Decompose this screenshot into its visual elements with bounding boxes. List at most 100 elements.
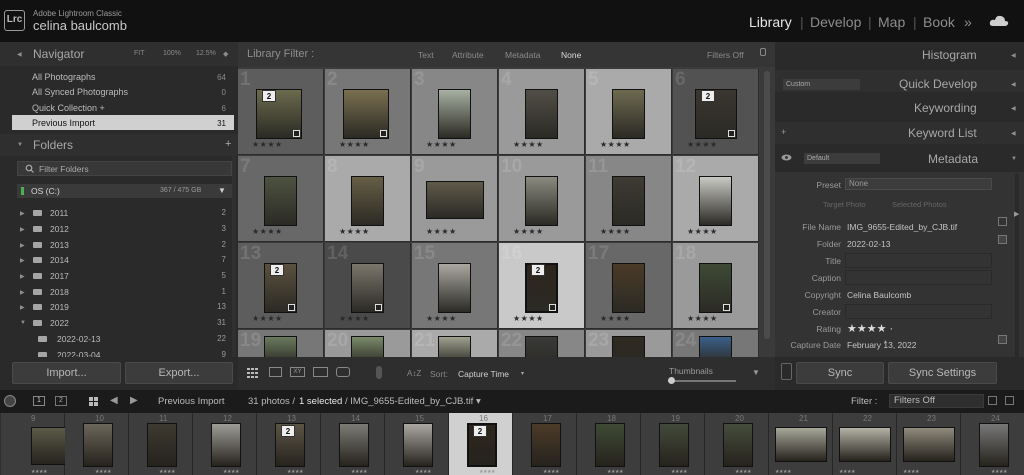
zoom-fit[interactable]: FIT xyxy=(134,50,145,57)
star-rating[interactable]: ★★★★ xyxy=(687,227,718,236)
metadata-field-input[interactable] xyxy=(845,304,992,319)
keywording-title[interactable]: Keywording xyxy=(914,101,977,115)
rename-icon[interactable] xyxy=(998,217,1007,226)
quick-develop-preset-select[interactable]: Custom xyxy=(783,79,860,90)
grid-cell[interactable]: 15 ★★★★ xyxy=(412,243,498,329)
star-rating[interactable]: ★★★★ xyxy=(513,227,544,236)
filter-tab-attribute[interactable]: Attribute xyxy=(452,50,484,60)
module-map[interactable]: Map xyxy=(878,14,905,30)
sort-value[interactable]: Capture Time xyxy=(458,369,509,379)
filmstrip-thumbnail[interactable] xyxy=(339,423,369,467)
filter-status[interactable]: Filters Off xyxy=(707,50,744,60)
filmstrip-thumbnail[interactable] xyxy=(147,423,177,467)
filmstrip-thumbnail[interactable] xyxy=(403,423,433,467)
photo-thumbnail[interactable] xyxy=(525,336,558,357)
volume-menu-icon[interactable]: ▼ xyxy=(218,186,226,195)
keyword-list-header[interactable] xyxy=(775,122,1024,144)
expand-triangle-icon[interactable]: ▶ xyxy=(20,242,25,249)
slider-handle[interactable] xyxy=(668,377,675,384)
eye-icon[interactable] xyxy=(781,154,792,161)
edit-capture-time-icon[interactable] xyxy=(998,335,1007,344)
star-rating[interactable]: ★★★★ xyxy=(339,314,370,323)
grid-cell[interactable]: 22 xyxy=(499,330,585,357)
module-develop[interactable]: Develop xyxy=(810,14,861,30)
filmstrip-cell[interactable]: 10 ★★★★ xyxy=(65,413,129,475)
filmstrip-thumbnail[interactable] xyxy=(903,427,955,462)
zoom-menu-icon[interactable]: ◆ xyxy=(223,50,228,58)
grid-cell[interactable]: 8 ★★★★ xyxy=(325,156,411,242)
filmstrip-cell[interactable]: 13 2 ★★★★ xyxy=(257,413,321,475)
grid-cell[interactable]: 13 ★★★★ 2 xyxy=(238,243,324,329)
star-rating[interactable]: ★★★★ xyxy=(252,140,283,149)
star-rating[interactable]: ★★★★ xyxy=(426,140,457,149)
grid-cell[interactable]: 4 ★★★★ xyxy=(499,69,585,155)
histogram-title[interactable]: Histogram xyxy=(922,48,977,62)
star-rating[interactable]: ★★★★ xyxy=(252,314,283,323)
main-window-button[interactable]: 1 xyxy=(33,396,45,406)
identity-plate[interactable]: celina baulcomb xyxy=(33,18,127,33)
grid-view-icon[interactable] xyxy=(247,368,259,378)
grid-cell[interactable]: 9 ★★★★ xyxy=(412,156,498,242)
filmstrip-cell[interactable]: 22 ★★★★ xyxy=(833,413,897,475)
import-button[interactable]: Import... xyxy=(12,362,121,384)
expand-triangle-icon[interactable]: ▶ xyxy=(20,273,25,280)
filmstrip-cell[interactable]: 24 ★★★★ xyxy=(961,413,1024,475)
grid-cell[interactable]: 17 ★★★★ xyxy=(586,243,672,329)
photo-thumbnail[interactable] xyxy=(264,176,297,226)
star-rating[interactable]: ★★★★ xyxy=(600,227,631,236)
photo-thumbnail[interactable] xyxy=(438,263,471,313)
expand-triangle-icon[interactable]: ▶ xyxy=(20,257,25,264)
filmstrip-thumbnail[interactable] xyxy=(723,423,753,467)
photo-thumbnail[interactable] xyxy=(426,181,484,219)
filmstrip-cell[interactable]: 18 ★★★★ xyxy=(577,413,641,475)
star-rating[interactable]: ★★★★ xyxy=(513,140,544,149)
cloud-icon[interactable] xyxy=(989,15,1009,27)
expand-triangle-icon[interactable]: ▶ xyxy=(20,210,25,217)
back-arrow-icon[interactable]: ◀ xyxy=(110,395,118,406)
photo-thumbnail[interactable] xyxy=(612,336,645,357)
filmstrip-cell[interactable]: 20 ★★★★ xyxy=(705,413,769,475)
left-scrollbar[interactable] xyxy=(232,138,236,388)
sort-dropdown-icon[interactable]: ▾ xyxy=(521,370,524,377)
preset-select[interactable]: None xyxy=(845,178,992,190)
star-rating[interactable]: ★★★★ xyxy=(252,227,283,236)
expand-triangle-icon[interactable]: ▶ xyxy=(20,289,25,296)
sync-button[interactable]: Sync xyxy=(796,362,884,384)
sync-settings-button[interactable]: Sync Settings xyxy=(888,362,997,384)
catalog-item-label[interactable]: Quick Collection + xyxy=(32,103,105,113)
loupe-view-icon[interactable] xyxy=(269,367,282,377)
grid-cell[interactable]: 16 ★★★★ 2 xyxy=(499,243,585,329)
grid-cell[interactable]: 21 xyxy=(412,330,498,357)
star-rating[interactable]: ★★★★ xyxy=(600,314,631,323)
metadata-field-value[interactable]: Celina Baulcomb xyxy=(847,290,911,300)
photo-thumbnail[interactable] xyxy=(264,336,297,357)
stack-badge[interactable]: 2 xyxy=(270,264,284,276)
star-rating[interactable]: ★★★★ xyxy=(600,140,631,149)
expand-triangle-icon[interactable]: ▼ xyxy=(1011,156,1017,162)
catalog-item-label[interactable]: All Photographs xyxy=(32,72,96,82)
secondary-window-button[interactable]: 2 xyxy=(55,396,67,406)
photo-thumbnail[interactable] xyxy=(525,89,558,139)
auto-sync-switch[interactable] xyxy=(781,363,792,380)
filmstrip-thumbnail[interactable] xyxy=(659,423,689,467)
filmstrip-thumbnail[interactable] xyxy=(775,427,827,462)
filmstrip-cell[interactable]: 12 ★★★★ xyxy=(193,413,257,475)
zoom-100[interactable]: 100% xyxy=(163,50,181,57)
filter-tab-text[interactable]: Text xyxy=(418,50,434,60)
collapse-triangle-icon[interactable]: ◀ xyxy=(1011,81,1016,88)
metadata-field-value[interactable]: IMG_9655-Edited_by_CJB.tif xyxy=(847,222,957,232)
expand-triangle-icon[interactable]: ▼ xyxy=(20,320,26,326)
grid-cell[interactable]: 14 ★★★★ xyxy=(325,243,411,329)
filmstrip-thumbnail[interactable] xyxy=(531,423,561,467)
right-panel-toggle-icon[interactable]: ▶ xyxy=(1014,210,1019,218)
metadata-preset-select[interactable]: Default xyxy=(804,153,880,164)
forward-arrow-icon[interactable]: ▶ xyxy=(130,395,138,406)
photo-thumbnail[interactable] xyxy=(351,336,384,357)
filmstrip-thumbnail[interactable] xyxy=(211,423,241,467)
filmstrip-thumbnail[interactable] xyxy=(595,423,625,467)
photo-thumbnail[interactable] xyxy=(612,89,645,139)
lock-icon[interactable] xyxy=(760,48,766,56)
filmstrip-thumbnail[interactable] xyxy=(83,423,113,467)
grid-cell[interactable]: 3 ★★★★ xyxy=(412,69,498,155)
grid-cell[interactable]: 24 xyxy=(673,330,759,357)
